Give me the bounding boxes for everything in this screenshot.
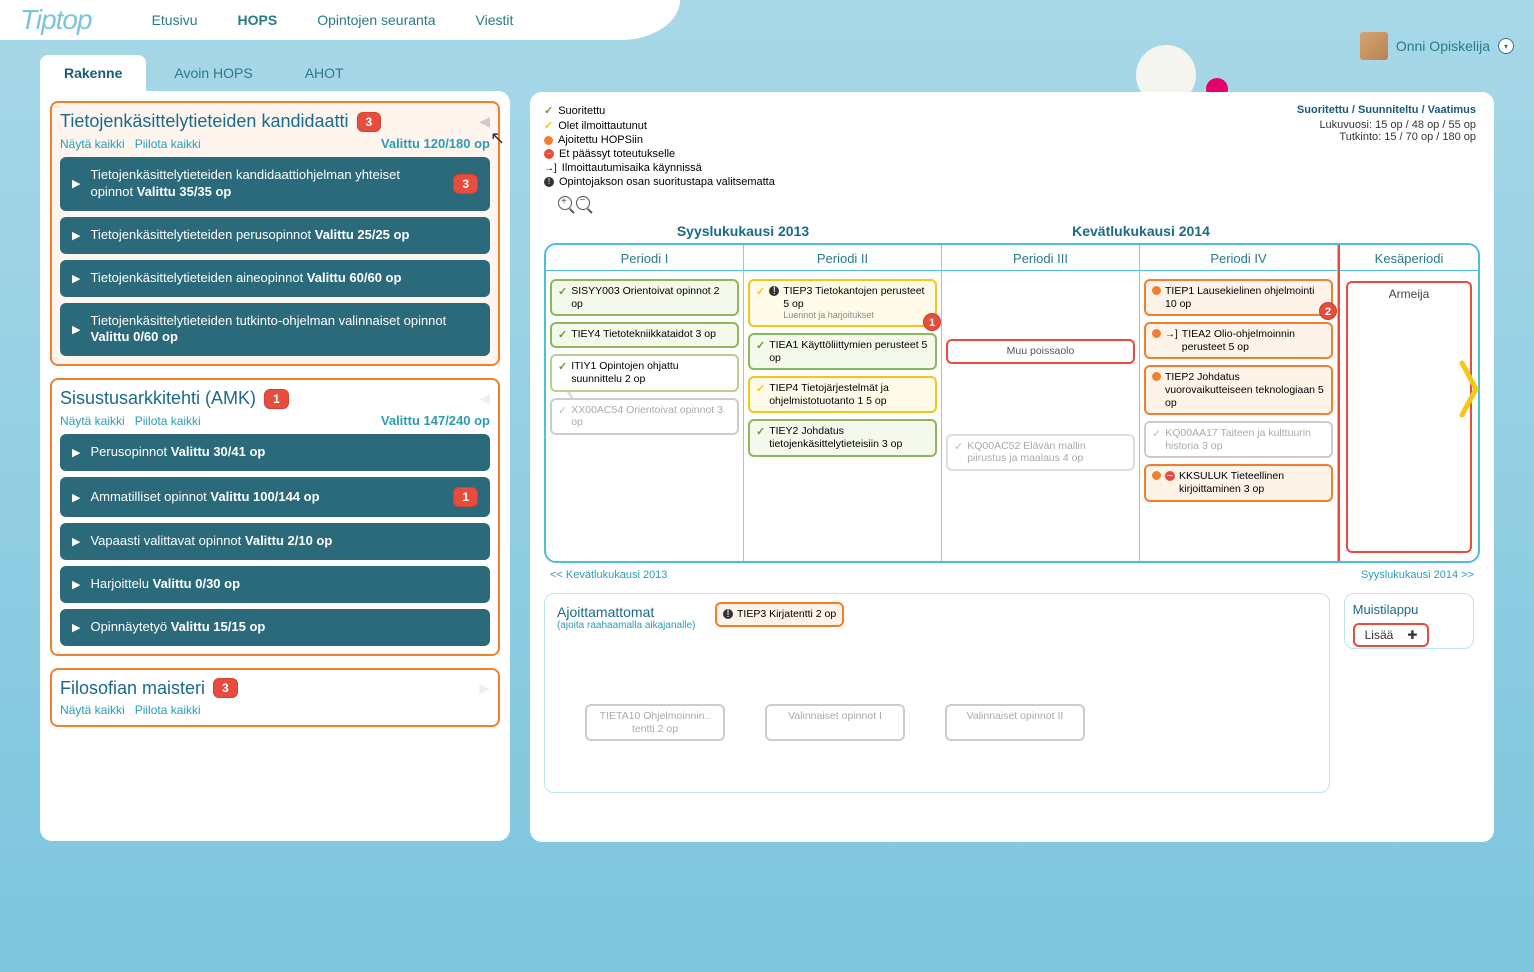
program-badge: 1 bbox=[264, 389, 289, 409]
collapse-icon[interactable]: ▶ bbox=[479, 680, 490, 697]
hide-all-link[interactable]: Piilota kaikki bbox=[135, 137, 201, 151]
program-badge: 3 bbox=[213, 678, 238, 698]
expand-icon: ▶ bbox=[72, 535, 80, 548]
warning-icon: ! bbox=[769, 286, 779, 296]
selected-count: Valittu 147/240 op bbox=[381, 413, 490, 428]
course-card[interactable]: ✓ITIY1 Opintojen ohjattu suunnittelu 2 o… bbox=[550, 354, 739, 391]
structure-panel: Tietojenkäsittelytieteiden kandidaatti 3… bbox=[40, 91, 510, 841]
course-card[interactable]: !TIEP3 Kirjatentti 2 op bbox=[715, 602, 844, 627]
tab-avoin-hops[interactable]: Avoin HOPS bbox=[150, 55, 276, 91]
user-dropdown-icon[interactable]: ▾ bbox=[1498, 38, 1514, 54]
unscheduled-course[interactable]: Valinnaiset opinnot II bbox=[945, 704, 1085, 741]
cursor-icon: ↖ bbox=[490, 128, 505, 149]
zoom-controls[interactable] bbox=[558, 196, 1480, 215]
course-card[interactable]: ✓TIEY4 Tietotekniikkataidot 3 op bbox=[550, 322, 739, 348]
course-card[interactable]: TIEP1 Lausekielinen ohjelmointi 10 op2 bbox=[1144, 279, 1333, 316]
program-title: Sisustusarkkitehti (AMK) bbox=[60, 388, 256, 409]
course-card[interactable]: ✓TIEA1 Käyttöliittymien perusteet 5 op bbox=[748, 333, 937, 370]
show-all-link[interactable]: Näytä kaikki bbox=[60, 703, 125, 717]
avatar bbox=[1360, 32, 1388, 60]
program-item[interactable]: ▶Tietojenkäsittelytieteiden perusopinnot… bbox=[60, 217, 490, 254]
unscheduled-panel: Ajoittamattomat (ajoita raahaamalla aika… bbox=[544, 593, 1330, 793]
program-item[interactable]: ▶Tietojenkäsittelytieteiden tutkinto-ohj… bbox=[60, 303, 490, 357]
plus-icon: ✚ bbox=[1407, 628, 1417, 642]
show-all-link[interactable]: Näytä kaikki bbox=[60, 137, 125, 151]
collapse-icon[interactable]: ◀ bbox=[479, 113, 490, 130]
selected-count: Valittu 120/180 op bbox=[381, 136, 490, 151]
period-4: Periodi IV TIEP1 Lausekielinen ohjelmoin… bbox=[1140, 245, 1338, 561]
nav-etusivu[interactable]: Etusivu bbox=[152, 12, 198, 28]
program-kandidaatti: Tietojenkäsittelytieteiden kandidaatti 3… bbox=[50, 101, 500, 366]
program-maisteri: Filosofian maisteri 3 ▶ Näytä kaikki Pii… bbox=[50, 668, 500, 727]
expand-icon: ▶ bbox=[72, 578, 80, 591]
app-logo: Tiptop bbox=[20, 4, 92, 36]
top-nav: Etusivu HOPS Opintojen seuranta Viestit bbox=[152, 12, 514, 28]
expand-icon: ▶ bbox=[72, 272, 80, 285]
nav-viestit[interactable]: Viestit bbox=[476, 12, 514, 28]
program-item[interactable]: ▶Ammatilliset opinnot Valittu 100/144 op… bbox=[60, 477, 490, 517]
expand-icon: ▶ bbox=[72, 491, 80, 504]
expand-icon: ▶ bbox=[72, 177, 80, 190]
program-item[interactable]: ▶Opinnäytetyö Valittu 15/15 op bbox=[60, 609, 490, 646]
course-card[interactable]: ✓TIEY2 Johdatus tietojenkäsittelytieteis… bbox=[748, 419, 937, 456]
hide-all-link[interactable]: Piilota kaikki bbox=[135, 414, 201, 428]
program-item[interactable]: ▶Perusopinnot Valittu 30/41 op bbox=[60, 434, 490, 471]
expand-icon: ▶ bbox=[72, 446, 80, 459]
zoom-in-icon[interactable] bbox=[558, 196, 572, 210]
course-card[interactable]: Muu poissaolo bbox=[946, 339, 1135, 364]
tab-rakenne[interactable]: Rakenne bbox=[40, 55, 146, 91]
course-badge: 1 bbox=[923, 313, 941, 331]
semester-spring: Kevätlukukausi 2014 bbox=[942, 219, 1340, 243]
period-summer: Kesäperiodi Armeija bbox=[1338, 245, 1478, 561]
collapse-icon[interactable]: ◀ bbox=[479, 390, 490, 407]
stats: Suoritettu / Suunniteltu / Vaatimus Luku… bbox=[1297, 104, 1476, 143]
add-note-button[interactable]: Lisää✚ bbox=[1353, 623, 1430, 647]
course-card[interactable]: ✓XX00AC54 Orientoivat opinnot 3 op bbox=[550, 398, 739, 435]
next-semester-link[interactable]: Syyslukukausi 2014 >> bbox=[1361, 569, 1474, 581]
item-badge: 3 bbox=[453, 174, 478, 194]
summer-content[interactable]: Armeija bbox=[1346, 281, 1472, 553]
expand-icon: ▶ bbox=[72, 621, 80, 634]
course-card[interactable]: TIEP2 Johdatus vuorovaikutteiseen teknol… bbox=[1144, 365, 1333, 415]
period-2: Periodi II ✓!TIEP3 Tietokantojen peruste… bbox=[744, 245, 942, 561]
username: Onni Opiskelija bbox=[1396, 38, 1490, 54]
program-title: Tietojenkäsittelytieteiden kandidaatti bbox=[60, 111, 349, 132]
nav-seuranta[interactable]: Opintojen seuranta bbox=[317, 12, 435, 28]
course-card[interactable]: →]TIEA2 Olio-ohjelmoinnin perusteet 5 op bbox=[1144, 322, 1333, 359]
program-item[interactable]: ▶Tietojenkäsittelytieteiden aineopinnot … bbox=[60, 260, 490, 297]
expand-icon: ▶ bbox=[72, 229, 80, 242]
hide-all-link[interactable]: Piilota kaikki bbox=[135, 703, 201, 717]
period-1: Periodi I ✓SISYY003 Orientoivat opinnot … bbox=[546, 245, 744, 561]
unscheduled-course[interactable]: Valinnaiset opinnot I bbox=[765, 704, 905, 741]
period-3: Periodi III Muu poissaolo✓KQ00AC52 Elävä… bbox=[942, 245, 1140, 561]
user-badge[interactable]: Onni Opiskelija ▾ bbox=[1360, 32, 1514, 60]
denied-icon: − bbox=[1165, 471, 1175, 481]
item-badge: 1 bbox=[453, 487, 478, 507]
program-sisustus: Sisustusarkkitehti (AMK) 1 ◀ Näytä kaikk… bbox=[50, 378, 500, 656]
zoom-out-icon[interactable] bbox=[576, 196, 590, 210]
course-card[interactable]: ✓!TIEP3 Tietokantojen perusteet 5 opLuen… bbox=[748, 279, 937, 327]
calendar-panel: ✓Suoritettu ✓Olet ilmoittautunut Ajoitet… bbox=[530, 92, 1494, 842]
unscheduled-course[interactable]: TIETA10 Ohjelmoinnin.. tentti 2 op bbox=[585, 704, 725, 741]
course-card[interactable]: ✓TIEP4 Tietojärjestelmät ja ohjelmistotu… bbox=[748, 376, 937, 413]
program-item[interactable]: ▶Harjoittelu Valittu 0/30 op bbox=[60, 566, 490, 603]
course-card[interactable]: ✓KQ00AA17 Taiteen ja kulttuurin historia… bbox=[1144, 421, 1333, 458]
program-item[interactable]: ▶Vapaasti valittavat opinnot Valittu 2/1… bbox=[60, 523, 490, 560]
program-badge: 3 bbox=[357, 112, 382, 132]
course-card[interactable]: ✓KQ00AC52 Elävän mallin piirustus ja maa… bbox=[946, 434, 1135, 471]
course-badge: 2 bbox=[1319, 302, 1337, 320]
prev-semester-link[interactable]: << Kevätlukukausi 2013 bbox=[550, 569, 667, 581]
tab-ahot[interactable]: AHOT bbox=[281, 55, 368, 91]
course-card[interactable]: ✓SISYY003 Orientoivat opinnot 2 op bbox=[550, 279, 739, 316]
expand-icon: ▶ bbox=[72, 323, 80, 336]
note-panel: Muistilappu Lisää✚ bbox=[1344, 593, 1474, 649]
program-title: Filosofian maisteri bbox=[60, 678, 205, 699]
warning-icon: ! bbox=[723, 609, 733, 619]
calendar-next-icon[interactable] bbox=[1458, 359, 1482, 429]
course-card[interactable]: −KKSULUK Tieteellinen kirjoittaminen 3 o… bbox=[1144, 464, 1333, 501]
nav-hops[interactable]: HOPS bbox=[238, 12, 278, 28]
program-item[interactable]: ▶Tietojenkäsittelytieteiden kandidaattio… bbox=[60, 157, 490, 211]
show-all-link[interactable]: Näytä kaikki bbox=[60, 414, 125, 428]
semester-autumn: Syyslukukausi 2013 bbox=[544, 219, 942, 243]
